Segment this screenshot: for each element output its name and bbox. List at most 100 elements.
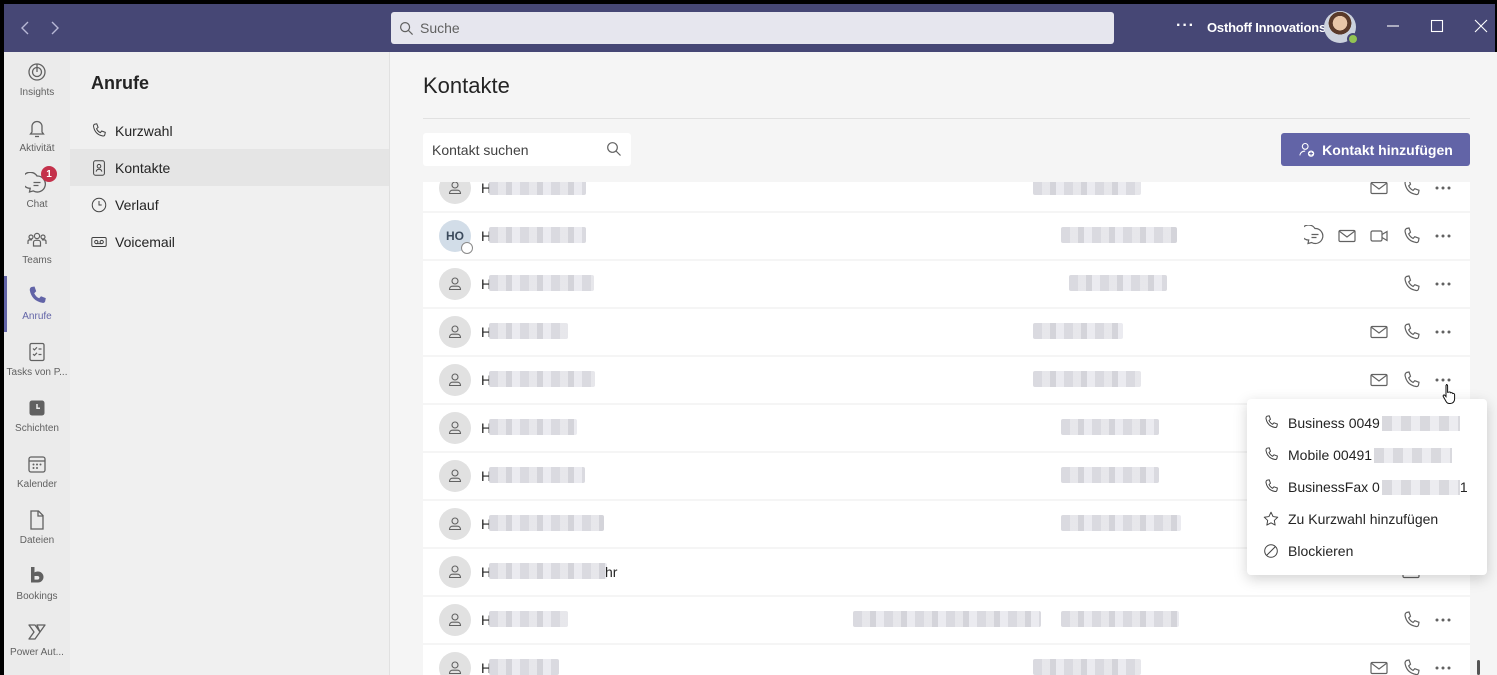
rail-item-teams[interactable]: Teams [4,220,70,276]
redacted-detail [1033,659,1141,675]
rail-item-tasks-von-p[interactable]: Tasks von P... [4,332,70,388]
nav-item-verlauf[interactable]: Verlauf [70,186,389,223]
menu-item-block[interactable]: Blockieren [1247,535,1487,567]
contact-row[interactable]: HO H [423,213,1470,259]
rail-item-aktivität[interactable]: Aktivität [4,108,70,164]
more-options-icon[interactable] [1432,182,1454,199]
contact-row[interactable]: H [423,261,1470,307]
contact-row[interactable]: H [423,309,1470,355]
voicemail-icon [90,233,108,251]
mail-icon[interactable] [1368,182,1390,199]
menu-item-label: Blockieren [1288,543,1354,559]
menu-item-business-phone[interactable]: Business 0049 [1247,407,1487,439]
person-icon [448,277,462,291]
contact-context-menu: Business 0049 Mobile 00491 BusinessFax 0 1 Z… [1247,399,1487,575]
contact-avatar [439,508,471,540]
forward-arrow-icon[interactable] [44,18,64,38]
rail-item-kalender[interactable]: Kalender [4,444,70,500]
rail-item-chat[interactable]: Chat 1 [4,164,70,220]
menu-item-label: Mobile 00491 [1288,447,1373,463]
menu-item-mobile-phone[interactable]: Mobile 00491 [1247,439,1487,471]
nav-item-kontakte[interactable]: Kontakte [70,149,389,186]
nav-item-label: Voicemail [115,233,175,250]
rail-item-schichten[interactable]: Schichten [4,388,70,444]
redacted-name [489,275,594,291]
contact-actions [1294,225,1454,247]
person-icon [448,565,462,579]
contact-search-input[interactable]: Kontakt suchen [423,133,631,166]
insights-icon [25,60,49,84]
menu-item-business-fax[interactable]: BusinessFax 0 1 [1247,471,1487,503]
contact-name-suffix: hr [605,564,618,580]
search-icon [399,21,414,36]
phone-icon[interactable] [1400,225,1422,247]
contact-actions [1358,657,1454,675]
person-icon [448,421,462,435]
phone-icon[interactable] [1400,273,1422,295]
nav-item-label: Verlauf [115,196,159,213]
add-contact-button[interactable]: Kontakt hinzufügen [1281,133,1470,166]
redacted-name [489,563,607,579]
bookings-icon [25,564,49,588]
nav-item-label: Kurzwahl [115,122,173,139]
nav-item-kurzwahl[interactable]: Kurzwahl [70,112,389,149]
contact-row[interactable]: H [423,645,1470,675]
redacted-name [489,227,586,243]
bell-icon [25,116,49,140]
menu-item-add-speed-dial[interactable]: Zu Kurzwahl hinzufügen [1247,503,1487,535]
rail-item-anrufe[interactable]: Anrufe [4,276,70,332]
user-avatar[interactable] [1324,11,1359,45]
rail-item-power-aut[interactable]: Power Aut... [4,612,70,668]
search-icon [606,141,622,157]
more-options-icon[interactable] [1432,657,1454,675]
contact-avatar [439,316,471,348]
more-options-icon[interactable] [1432,321,1454,343]
search-placeholder: Suche [420,20,460,36]
org-name[interactable]: Osthoff Innovations [1207,20,1326,35]
global-search-input[interactable]: Suche [391,12,1114,44]
video-call-icon[interactable] [1368,225,1390,247]
contact-avatar [439,268,471,300]
redacted-name [489,323,568,339]
rail-item-bookings[interactable]: Bookings [4,556,70,612]
panel-title: Anrufe [91,73,149,93]
phone-icon [1262,478,1280,496]
mail-icon[interactable] [1368,321,1390,343]
phone-icon [90,122,108,140]
more-options-icon[interactable] [1432,273,1454,295]
redacted-number [1381,415,1460,431]
mail-icon[interactable] [1368,657,1390,675]
contact-row[interactable]: H [423,357,1470,403]
back-arrow-icon[interactable] [16,18,36,38]
phone-icon[interactable] [1400,657,1422,675]
chat-icon[interactable] [1304,225,1326,247]
nav-item-voicemail[interactable]: Voicemail [70,223,389,260]
contact-row[interactable]: H [423,182,1470,211]
scrollbar[interactable] [1477,660,1480,675]
contact-search-placeholder: Kontakt suchen [432,141,529,158]
phone-icon[interactable] [1400,609,1422,631]
contact-avatar [439,604,471,636]
hand-cursor-icon [1441,383,1459,405]
contact-row[interactable]: H [423,597,1470,643]
redacted-name [489,419,577,435]
more-options-icon[interactable] [1432,225,1454,247]
close-icon[interactable] [1473,18,1489,34]
block-icon [1262,542,1280,560]
rail-item-insights[interactable]: Insights [4,52,70,108]
person-icon [448,373,462,387]
phone-icon[interactable] [1400,369,1422,391]
person-icon [448,661,462,675]
phone-icon[interactable] [1400,321,1422,343]
maximize-icon[interactable] [1429,18,1445,34]
more-options-icon[interactable]: ··· [1176,17,1195,35]
mail-icon[interactable] [1368,369,1390,391]
person-icon [448,517,462,531]
phone-icon[interactable] [1400,182,1422,199]
redacted-detail [1061,467,1159,483]
rail-item-dateien[interactable]: Dateien [4,500,70,556]
contacts-main: Kontakte Kontakt suchen Kontakt hinzufüg… [391,52,1497,675]
minimize-icon[interactable] [1385,18,1401,34]
mail-icon[interactable] [1336,225,1358,247]
more-options-icon[interactable] [1432,609,1454,631]
